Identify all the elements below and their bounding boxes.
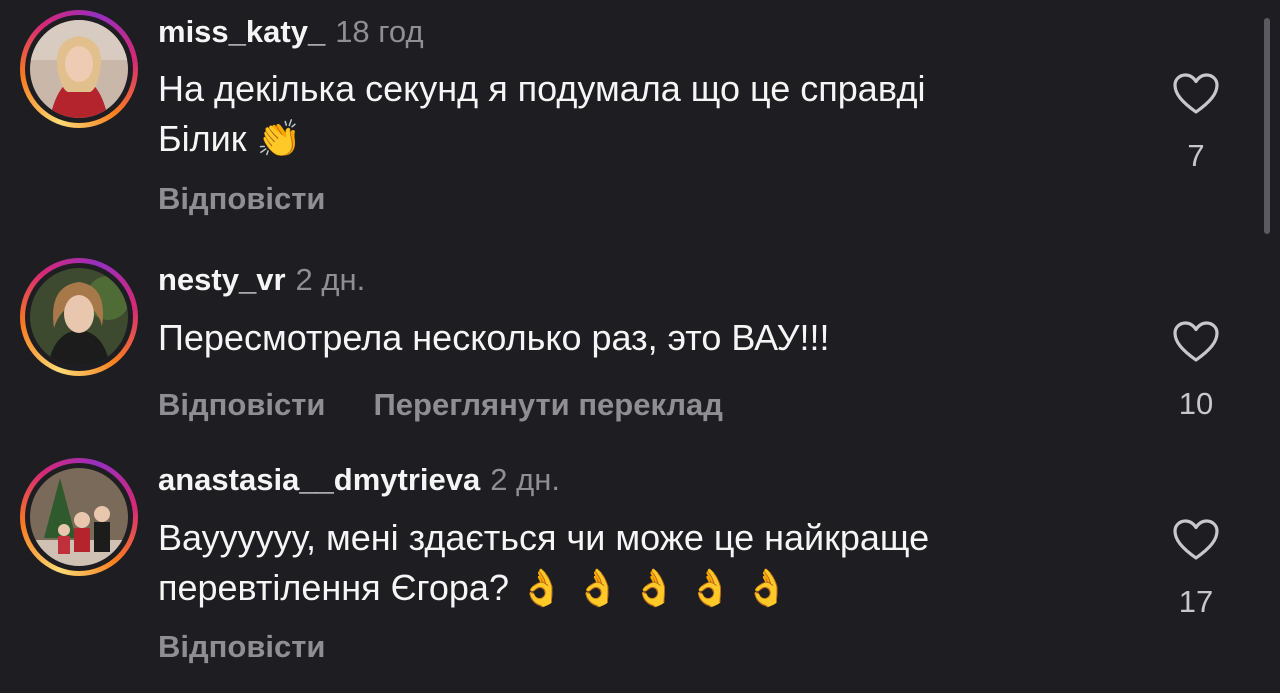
- reply-button[interactable]: Відповісти: [158, 387, 326, 422]
- reply-button[interactable]: Відповісти: [158, 629, 326, 664]
- username[interactable]: anastasia__dmytrieva: [158, 462, 480, 497]
- comment-actions: Відповісти: [158, 181, 326, 217]
- avatar-story-ring[interactable]: [20, 10, 138, 128]
- comment-actions: Відповісти Переглянути переклад: [158, 387, 723, 423]
- comment-meta: miss_katy_ 18 год: [158, 14, 424, 50]
- comment-text: Вауууууу, мені здається чи може це найкр…: [158, 517, 930, 609]
- like-count: 7: [1187, 138, 1205, 173]
- comment-meta: anastasia__dmytrieva 2 дн.: [158, 462, 560, 498]
- avatar[interactable]: [30, 268, 128, 366]
- avatar-story-ring[interactable]: [20, 258, 138, 376]
- avatar[interactable]: [30, 468, 128, 566]
- heart-outline-icon[interactable]: [1172, 518, 1220, 562]
- scrollbar[interactable]: [1264, 18, 1270, 234]
- ok-hand-emoji: 👌 👌 👌 👌 👌: [518, 568, 789, 609]
- like-count: 10: [1178, 386, 1214, 421]
- reply-button[interactable]: Відповісти: [158, 181, 326, 216]
- username[interactable]: nesty_vr: [158, 262, 286, 297]
- timestamp: 18 год: [335, 14, 424, 49]
- like-control: 7: [1166, 72, 1226, 174]
- avatar[interactable]: [30, 20, 128, 118]
- timestamp: 2 дн.: [295, 262, 366, 297]
- heart-outline-icon[interactable]: [1172, 72, 1220, 116]
- see-translation-button[interactable]: Переглянути переклад: [374, 387, 723, 422]
- like-count: 17: [1178, 584, 1214, 619]
- clapping-hands-emoji: 👏: [256, 119, 302, 160]
- comment-actions: Відповісти: [158, 629, 326, 665]
- like-control: 17: [1166, 518, 1226, 620]
- comment-text: На декілька секунд я подумала що це спра…: [158, 68, 926, 160]
- like-control: 10: [1166, 320, 1226, 422]
- username[interactable]: miss_katy_: [158, 14, 325, 49]
- comment-text: Пересмотрела несколько раз, это ВАУ!!!: [158, 317, 830, 358]
- avatar-story-ring[interactable]: [20, 458, 138, 576]
- comment-meta: nesty_vr 2 дн.: [158, 262, 365, 298]
- heart-outline-icon[interactable]: [1172, 320, 1220, 364]
- timestamp: 2 дн.: [490, 462, 560, 497]
